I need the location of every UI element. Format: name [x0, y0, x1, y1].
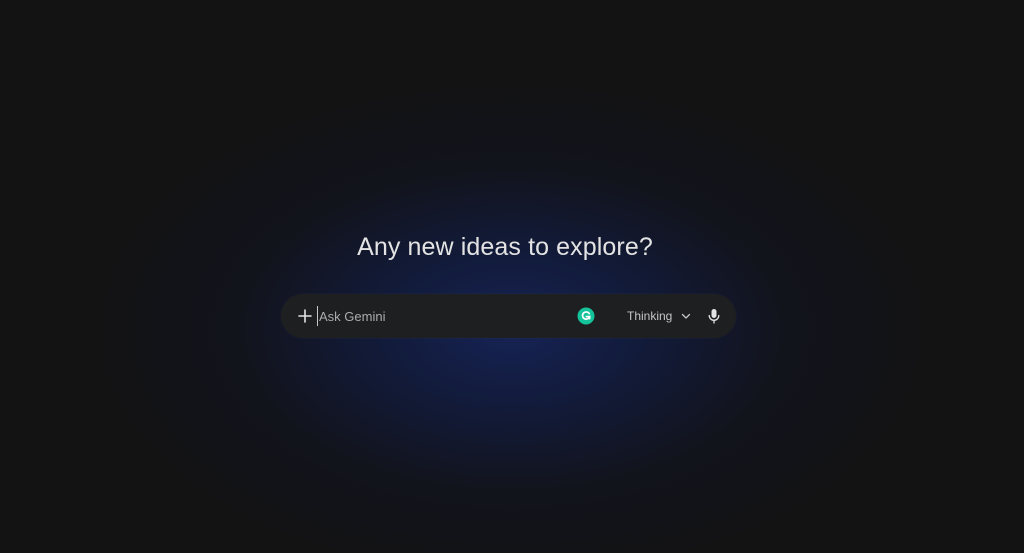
microphone-icon [708, 309, 720, 324]
plus-icon [298, 309, 312, 323]
mode-selector[interactable]: Thinking [621, 302, 697, 330]
grammarly-icon[interactable] [577, 307, 595, 325]
prompt-input[interactable] [317, 306, 559, 326]
chevron-down-icon [682, 313, 691, 319]
prompt-bar: Thinking [281, 294, 736, 338]
mode-label: Thinking [627, 309, 673, 323]
add-attachment-button[interactable] [291, 302, 319, 330]
greeting-title: Any new ideas to explore? [357, 233, 653, 261]
voice-input-button[interactable] [701, 303, 727, 329]
background-glow [0, 0, 1024, 553]
